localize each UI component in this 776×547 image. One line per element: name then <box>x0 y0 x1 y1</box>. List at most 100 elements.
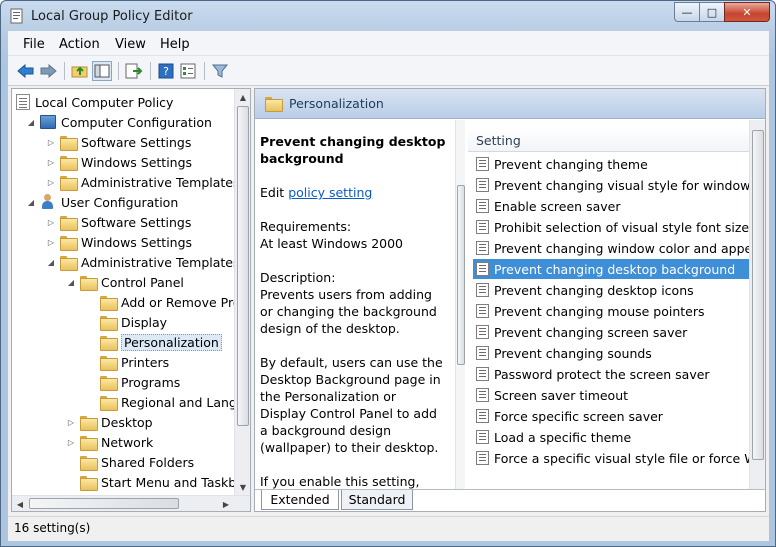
settings-vertical-scrollbar[interactable] <box>749 120 765 489</box>
toolbar-separator <box>118 62 119 80</box>
title-bar[interactable]: Local Group Policy Editor — □ ✕ <box>1 1 775 31</box>
expand-arrow-icon[interactable]: ▷ <box>66 437 76 447</box>
setting-row[interactable]: Enable screen saver <box>473 196 752 216</box>
tree-node[interactable]: Personalization <box>86 332 222 352</box>
setting-row[interactable]: Load a specific theme <box>473 427 752 447</box>
maximize-button[interactable]: □ <box>699 2 725 22</box>
collapse-arrow-icon[interactable]: ◢ <box>26 197 36 207</box>
minimize-button[interactable]: — <box>674 2 700 22</box>
tree-node[interactable]: ◢ User Configuration <box>26 192 178 212</box>
export-list-button[interactable] <box>124 61 144 81</box>
show-hide-console-tree-button[interactable] <box>92 61 112 81</box>
close-button[interactable]: ✕ <box>724 2 770 22</box>
menu-file[interactable]: File <box>23 37 45 52</box>
status-bar: 16 setting(s) <box>8 516 769 538</box>
tree-node[interactable]: ▷ Windows Settings <box>46 232 192 252</box>
help-button[interactable]: ? <box>156 61 176 81</box>
forward-button[interactable] <box>38 61 58 81</box>
folder-icon <box>100 335 118 351</box>
setting-row[interactable]: Force specific screen saver <box>473 406 752 426</box>
collapse-arrow-icon[interactable]: ◢ <box>66 277 76 287</box>
filter-button[interactable] <box>210 61 230 81</box>
export-list-icon <box>125 63 143 79</box>
tree-node[interactable]: Add or Remove Pro <box>86 292 240 312</box>
tree-node[interactable]: Programs <box>86 372 180 392</box>
tree-node[interactable]: ◢ Control Panel <box>66 272 184 292</box>
setting-label: Prevent changing window color and appear… <box>494 240 752 256</box>
tree-node[interactable]: Printers <box>86 352 169 372</box>
setting-row[interactable]: Prevent changing screen saver <box>473 322 752 342</box>
setting-row[interactable]: Force a specific visual style file or fo… <box>473 448 752 468</box>
minimize-icon: — <box>681 5 693 19</box>
setting-row[interactable]: Prevent changing desktop icons <box>473 280 752 300</box>
description-scroll-thumb[interactable] <box>457 185 465 365</box>
setting-column-header[interactable]: Setting <box>468 128 754 152</box>
setting-label: Force a specific visual style file or fo… <box>494 450 752 466</box>
folder-icon <box>60 175 78 191</box>
scroll-up-icon[interactable]: ▲ <box>235 89 250 105</box>
tab-extended[interactable]: Extended <box>261 490 339 510</box>
expand-arrow-icon[interactable]: ▷ <box>46 217 56 227</box>
settings-scroll-thumb[interactable] <box>752 130 764 460</box>
properties-button[interactable] <box>178 61 198 81</box>
tree-node[interactable]: Display <box>86 312 167 332</box>
tree-node[interactable]: Regional and Langu <box>86 392 245 412</box>
tree-node[interactable]: ◢ Administrative Templates <box>46 252 240 272</box>
tab-standard[interactable]: Standard <box>341 490 413 510</box>
expand-arrow-icon[interactable]: ▷ <box>46 177 56 187</box>
setting-row[interactable]: Prevent changing sounds <box>473 343 752 363</box>
tree-node[interactable]: Shared Folders <box>66 452 194 472</box>
setting-row[interactable]: Screen saver timeout <box>473 385 752 405</box>
collapse-arrow-icon[interactable]: ◢ <box>26 117 36 127</box>
edit-line: Edit policy setting <box>260 184 446 201</box>
collapse-arrow-icon[interactable]: ◢ <box>46 257 56 267</box>
menu-help[interactable]: Help <box>160 37 190 52</box>
menu-action[interactable]: Action <box>59 37 100 52</box>
tree-node-label: Network <box>101 434 154 450</box>
back-button[interactable] <box>16 61 36 81</box>
folder-icon <box>100 375 118 391</box>
scroll-left-icon[interactable]: ◀ <box>12 496 28 511</box>
tree-node[interactable]: Start Menu and Taskb <box>66 472 236 492</box>
details-pane: Personalization Prevent changing desktop… <box>254 88 766 512</box>
menu-view[interactable]: View <box>115 37 146 52</box>
folder-icon <box>60 215 78 231</box>
scroll-down-icon[interactable]: ▼ <box>235 479 250 495</box>
app-window: Local Group Policy Editor — □ ✕ File Act… <box>0 0 776 547</box>
setting-row[interactable]: Prevent changing window color and appear… <box>473 238 752 258</box>
description-scrollbar[interactable] <box>455 120 465 489</box>
policy-title: Prevent changing desktop background <box>260 134 446 166</box>
tree-node[interactable]: ▷ Desktop <box>66 412 153 432</box>
description-label: Description: <box>260 270 336 285</box>
setting-row[interactable]: Prevent changing theme <box>473 154 752 174</box>
setting-row[interactable]: Prohibit selection of visual style font … <box>473 217 752 237</box>
tree-vertical-scrollbar[interactable]: ▲ ▼ <box>234 89 250 495</box>
scroll-right-icon[interactable]: ▶ <box>218 496 234 511</box>
setting-row[interactable]: Prevent changing mouse pointers <box>473 301 752 321</box>
expand-arrow-icon[interactable]: ▷ <box>66 417 76 427</box>
tree-node[interactable]: Local Computer Policy <box>16 92 173 112</box>
setting-row[interactable]: Prevent changing desktop background <box>473 259 752 279</box>
tree-node[interactable]: ▷ Administrative Templates <box>46 172 240 192</box>
tree-node[interactable]: ◢ Computer Configuration <box>26 112 212 132</box>
folder-icon <box>100 395 118 411</box>
setting-row[interactable]: Password protect the screen saver <box>473 364 752 384</box>
tree-scroll-thumb[interactable] <box>237 106 249 426</box>
edit-policy-link[interactable]: policy setting <box>288 185 372 200</box>
tree-node-label: Printers <box>121 354 170 370</box>
tree-hscroll-thumb[interactable] <box>29 498 179 509</box>
tree-node[interactable]: ▷ Software Settings <box>46 132 191 152</box>
up-one-level-button[interactable] <box>70 61 90 81</box>
expand-arrow-icon[interactable]: ▷ <box>46 237 56 247</box>
expand-arrow-icon[interactable]: ▷ <box>46 137 56 147</box>
tree-node[interactable]: ▷ Windows Settings <box>46 152 192 172</box>
expand-arrow-icon[interactable]: ▷ <box>46 157 56 167</box>
folder-icon <box>60 135 78 151</box>
tree-horizontal-scrollbar[interactable]: ◀ ▶ <box>12 495 250 511</box>
setting-row[interactable]: Prevent changing visual style for window… <box>473 175 752 195</box>
tree-node[interactable]: ▷ Software Settings <box>46 212 191 232</box>
folder-icon <box>80 275 98 291</box>
tree-node[interactable]: ▷ Network <box>66 432 153 452</box>
